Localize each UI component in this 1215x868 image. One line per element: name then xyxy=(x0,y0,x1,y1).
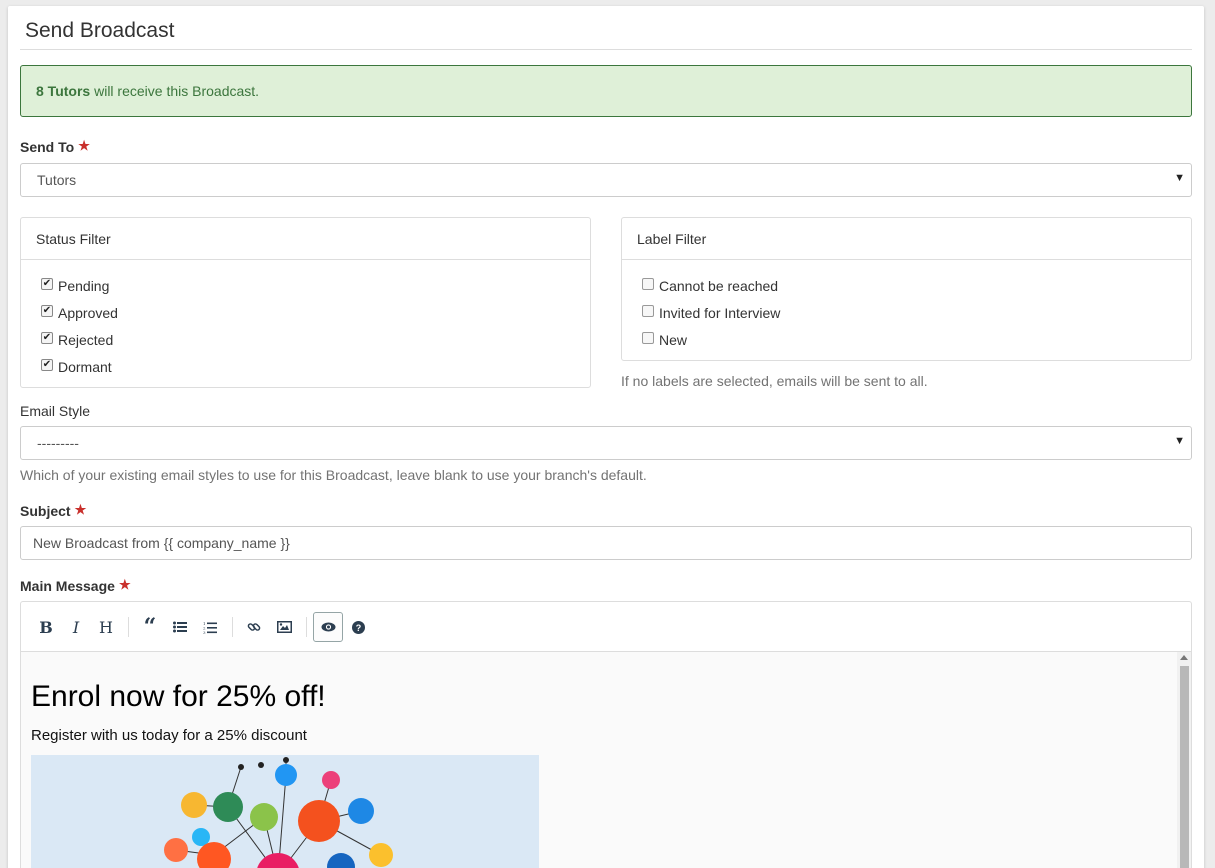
recipient-count: 8 Tutors xyxy=(36,83,91,99)
send-to-value: Tutors xyxy=(37,172,77,188)
unordered-list-icon[interactable] xyxy=(165,612,195,642)
checkbox-unchecked-icon[interactable] xyxy=(642,304,654,317)
status-filter-list: ✔ Pending ✔ Approved ✔ Rejected ✔ Dorman… xyxy=(21,260,590,388)
preview-text: Register with us today for a 25% discoun… xyxy=(31,727,307,744)
status-option-pending[interactable]: ✔ Pending xyxy=(41,272,570,299)
label-option-new[interactable]: New xyxy=(642,326,1171,353)
heading-icon[interactable]: H xyxy=(91,612,121,642)
send-to-select[interactable]: Tutors ▼ xyxy=(20,163,1192,197)
promo-image xyxy=(31,755,539,868)
subject-label: Subject ★ xyxy=(20,502,87,520)
status-option-approved[interactable]: ✔ Approved xyxy=(41,299,570,326)
chevron-down-icon: ▼ xyxy=(1174,172,1185,184)
email-style-label: Email Style xyxy=(20,403,91,419)
checkbox-checked-icon[interactable]: ✔ xyxy=(41,304,53,317)
checkbox-unchecked-icon[interactable] xyxy=(642,331,654,344)
subject-input[interactable]: New Broadcast from {{ company_name }} xyxy=(20,526,1192,560)
checkbox-checked-icon[interactable]: ✔ xyxy=(41,277,53,290)
subject-value: New Broadcast from {{ company_name }} xyxy=(33,535,290,551)
required-star-icon: ★ xyxy=(78,138,90,153)
status-option-rejected[interactable]: ✔ Rejected xyxy=(41,326,570,353)
toolbar-divider xyxy=(128,617,129,637)
recipient-alert: 8 Tutors will receive this Broadcast. xyxy=(20,65,1192,117)
subject-label-text: Subject xyxy=(20,503,71,519)
editor-toolbar: B I H “ 123 ? xyxy=(20,601,1192,651)
ordered-list-icon[interactable]: 123 xyxy=(195,612,225,642)
chevron-down-icon: ▼ xyxy=(1174,435,1185,447)
toolbar-divider xyxy=(232,617,233,637)
quote-icon[interactable]: “ xyxy=(135,612,165,642)
label-filter-list: Cannot be reached Invited for Interview … xyxy=(622,260,1191,361)
message-preview[interactable]: Enrol now for 25% off! Register with us … xyxy=(20,651,1192,868)
status-filter-panel: Status Filter ✔ Pending ✔ Approved ✔ Rej… xyxy=(20,217,591,388)
status-option-label: Approved xyxy=(58,304,118,321)
preview-eye-icon[interactable] xyxy=(313,612,343,642)
status-option-dormant[interactable]: ✔ Dormant xyxy=(41,353,570,380)
main-message-label-text: Main Message xyxy=(20,578,115,594)
checkbox-unchecked-icon[interactable] xyxy=(642,277,654,290)
scroll-thumb[interactable] xyxy=(1180,666,1189,868)
required-star-icon: ★ xyxy=(74,502,87,517)
label-option-label: Cannot be reached xyxy=(659,277,779,294)
svg-text:?: ? xyxy=(355,623,361,633)
main-message-label: Main Message ★ xyxy=(20,577,131,595)
checkbox-checked-icon[interactable]: ✔ xyxy=(41,358,53,371)
scroll-up-arrow-icon[interactable] xyxy=(1180,655,1188,660)
send-to-label-text: Send To xyxy=(20,139,75,155)
label-option-label: New xyxy=(659,331,688,348)
preview-scrollbar[interactable] xyxy=(1177,652,1191,868)
label-option-invited-for-interview[interactable]: Invited for Interview xyxy=(642,299,1171,326)
required-star-icon: ★ xyxy=(118,577,131,592)
page-title: Send Broadcast xyxy=(25,19,175,42)
recipient-text: will receive this Broadcast. xyxy=(90,83,260,99)
help-icon[interactable]: ? xyxy=(343,612,373,642)
email-style-value: --------- xyxy=(37,435,79,451)
status-option-label: Rejected xyxy=(58,331,114,348)
email-style-select[interactable]: --------- ▼ xyxy=(20,426,1192,460)
label-option-label: Invited for Interview xyxy=(659,304,781,321)
image-icon[interactable] xyxy=(269,612,299,642)
email-style-help: Which of your existing email styles to u… xyxy=(20,467,647,483)
preview-heading: Enrol now for 25% off! xyxy=(31,680,326,713)
title-divider xyxy=(20,49,1192,50)
status-option-label: Dormant xyxy=(58,358,112,375)
status-filter-title: Status Filter xyxy=(21,218,590,260)
italic-icon[interactable]: I xyxy=(61,612,91,642)
label-filter-title: Label Filter xyxy=(622,218,1191,260)
status-option-label: Pending xyxy=(58,277,110,294)
checkbox-checked-icon[interactable]: ✔ xyxy=(41,331,53,344)
label-filter-help: If no labels are selected, emails will b… xyxy=(621,373,928,389)
label-option-cannot-be-reached[interactable]: Cannot be reached xyxy=(642,272,1171,299)
send-to-label: Send To ★ xyxy=(20,138,90,156)
label-filter-panel: Label Filter Cannot be reached Invited f… xyxy=(621,217,1192,361)
toolbar-divider xyxy=(306,617,307,637)
link-icon[interactable] xyxy=(239,612,269,642)
svg-text:3: 3 xyxy=(203,630,206,634)
bold-icon[interactable]: B xyxy=(31,612,61,642)
